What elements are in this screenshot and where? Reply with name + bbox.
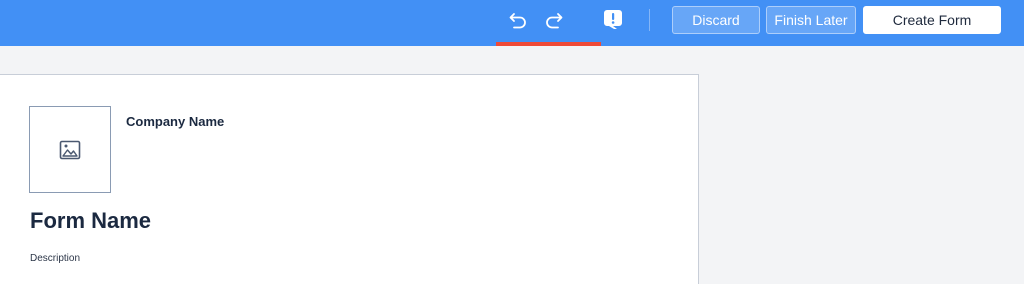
feedback-icon: [604, 10, 622, 29]
active-tab-underline: [496, 42, 601, 46]
redo-button[interactable]: [541, 9, 567, 31]
company-name[interactable]: Company Name: [126, 114, 224, 129]
undo-button[interactable]: [505, 9, 531, 31]
logo-upload-box[interactable]: [29, 106, 111, 193]
form-card: Company Name Form Name Description: [0, 74, 699, 284]
create-form-button[interactable]: Create Form: [863, 6, 1001, 34]
image-placeholder-icon: [59, 140, 81, 159]
finish-later-button[interactable]: Finish Later: [766, 6, 856, 34]
toolbar-divider: [649, 9, 650, 31]
discard-button[interactable]: Discard: [672, 6, 760, 34]
form-title[interactable]: Form Name: [30, 208, 151, 234]
feedback-button[interactable]: [600, 8, 626, 30]
top-toolbar: Discard Finish Later Create Form: [0, 0, 1024, 46]
undo-icon: [509, 13, 526, 29]
form-description[interactable]: Description: [30, 253, 80, 264]
redo-icon: [546, 13, 563, 29]
